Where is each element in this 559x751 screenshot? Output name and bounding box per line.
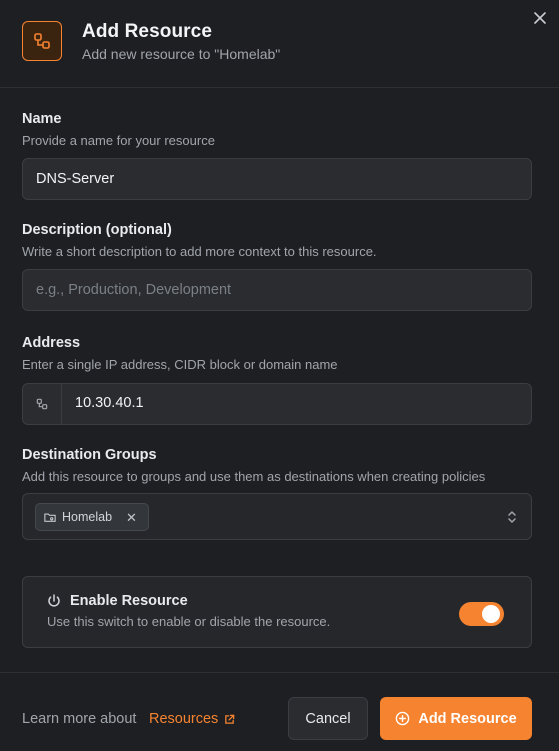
learn-more-text: Learn more about — [22, 711, 137, 727]
address-input-value: 10.30.40.1 — [75, 395, 144, 411]
close-button[interactable] — [530, 8, 550, 28]
plus-circle-icon — [396, 711, 410, 726]
chevron-up-down-icon — [508, 511, 516, 523]
description-input[interactable]: e.g., Production, Development — [22, 269, 532, 311]
dialog-subtitle: Add new resource to "Homelab" — [82, 46, 281, 62]
address-help: Enter a single IP address, CIDR block or… — [22, 357, 338, 372]
address-icon-box — [23, 384, 62, 424]
power-icon — [48, 594, 60, 607]
description-help: Write a short description to add more co… — [22, 244, 377, 259]
resources-link-label: Resources — [149, 711, 219, 727]
dialog-footer: Learn more about Resources Cancel Add Re… — [0, 672, 559, 751]
close-icon — [534, 12, 546, 24]
groups-select[interactable]: Homelab ✕ — [22, 493, 532, 540]
switch-knob — [482, 605, 500, 623]
description-label: Description (optional) — [22, 222, 172, 238]
description-placeholder: e.g., Production, Development — [36, 282, 232, 298]
name-input[interactable]: DNS-Server — [22, 158, 532, 200]
groups-label: Destination Groups — [22, 447, 157, 463]
name-label: Name — [22, 111, 62, 127]
enable-resource-description: Use this switch to enable or disable the… — [47, 614, 331, 629]
enable-resource-title: Enable Resource — [70, 593, 188, 609]
resource-icon — [36, 398, 48, 410]
resources-docs-link[interactable]: Resources — [149, 711, 235, 727]
add-resource-dialog: Add Resource Add new resource to "Homela… — [0, 0, 559, 751]
address-input[interactable]: 10.30.40.1 — [22, 383, 532, 425]
enable-resource-switch[interactable] — [459, 602, 504, 626]
add-resource-button[interactable]: Add Resource — [380, 697, 532, 740]
cancel-button[interactable]: Cancel — [288, 697, 368, 740]
enable-resource-card: Enable Resource Use this switch to enabl… — [22, 576, 532, 648]
name-input-value: DNS-Server — [36, 171, 115, 187]
add-resource-button-label: Add Resource — [418, 710, 517, 727]
folder-network-icon — [44, 513, 56, 522]
resource-icon — [22, 21, 62, 61]
dialog-title: Add Resource — [82, 21, 213, 42]
dialog-header: Add Resource Add new resource to "Homela… — [0, 0, 559, 88]
group-chip-label: Homelab — [62, 510, 113, 524]
external-link-icon — [225, 714, 235, 724]
chip-remove-button[interactable]: ✕ — [126, 511, 137, 524]
groups-help: Add this resource to groups and use them… — [22, 469, 486, 484]
address-label: Address — [22, 335, 81, 351]
group-chip-homelab: Homelab ✕ — [35, 503, 149, 531]
name-help: Provide a name for your resource — [22, 133, 215, 148]
